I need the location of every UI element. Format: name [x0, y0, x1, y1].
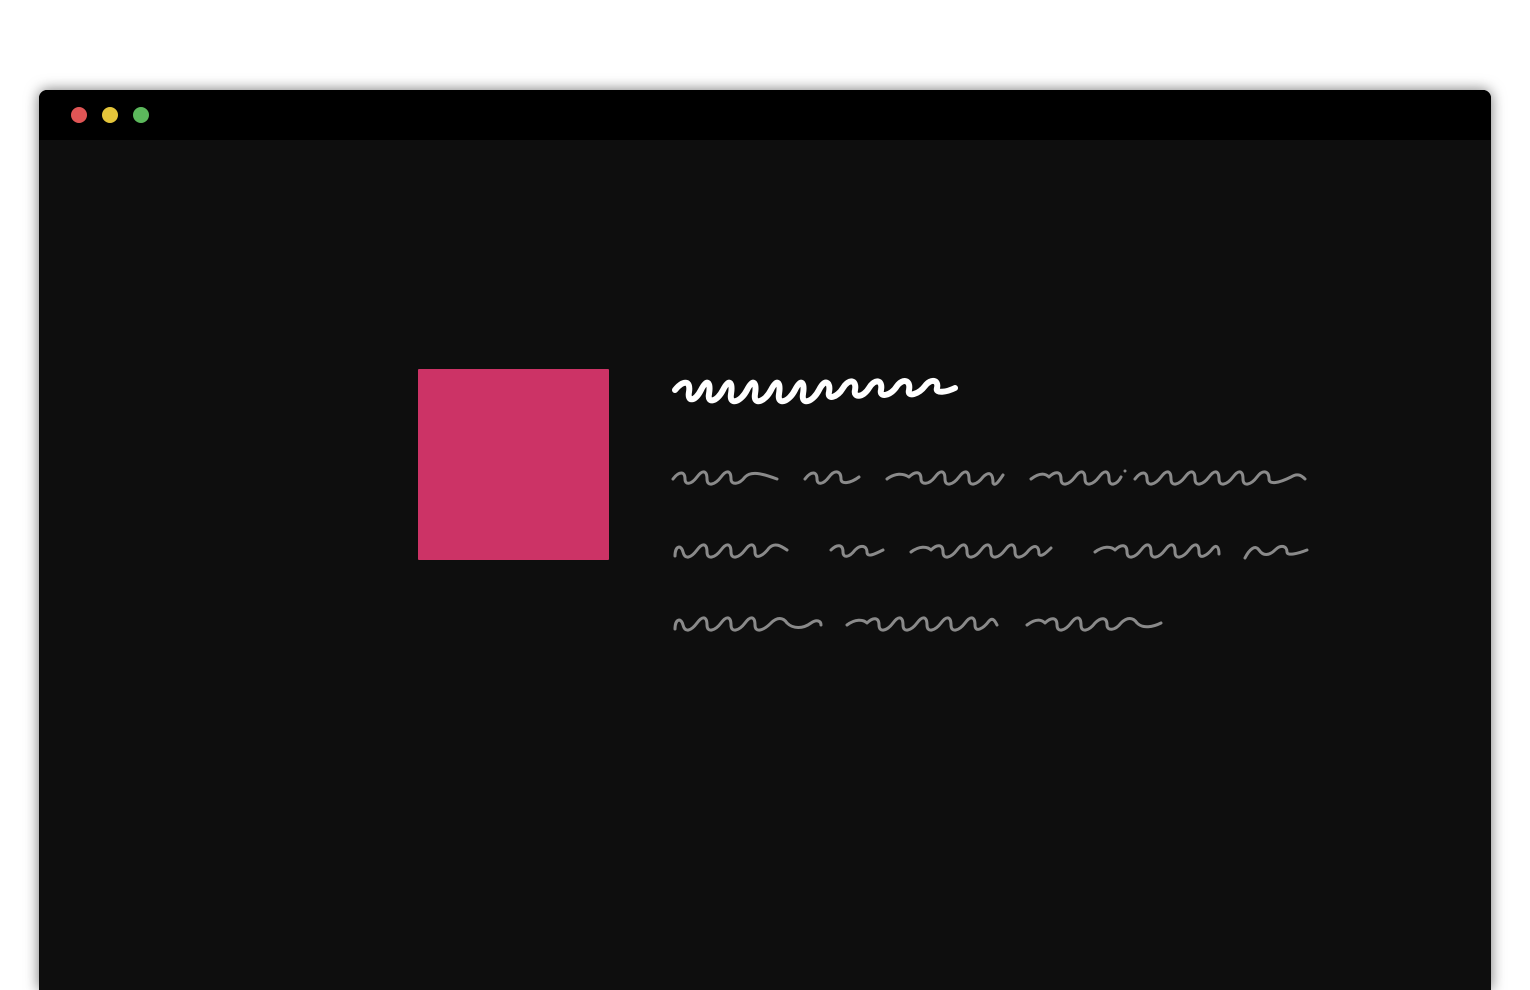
placeholder-word — [671, 470, 779, 486]
thumbnail-image — [418, 369, 609, 560]
placeholder-word — [1243, 544, 1309, 560]
placeholder-word — [1093, 543, 1221, 559]
placeholder-word — [673, 616, 823, 632]
placeholder-word — [885, 470, 1005, 486]
placeholder-title-stroke — [672, 378, 958, 405]
placeholder-word — [673, 543, 789, 559]
zoom-button[interactable] — [133, 107, 149, 123]
placeholder-line-2 — [673, 543, 1309, 560]
placeholder-word — [1025, 616, 1163, 632]
app-window — [39, 90, 1491, 990]
placeholder-word — [1029, 469, 1127, 486]
title-bar — [39, 90, 1491, 140]
placeholder-word — [1133, 470, 1307, 486]
placeholder-word — [803, 470, 861, 485]
placeholder-word — [829, 544, 885, 558]
placeholder-line-3 — [673, 616, 1163, 632]
close-button[interactable] — [71, 107, 87, 123]
placeholder-word — [845, 616, 999, 632]
placeholder-word — [909, 543, 1053, 559]
placeholder-line-1 — [671, 469, 1307, 486]
minimize-button[interactable] — [102, 107, 118, 123]
placeholder-title — [672, 378, 958, 405]
